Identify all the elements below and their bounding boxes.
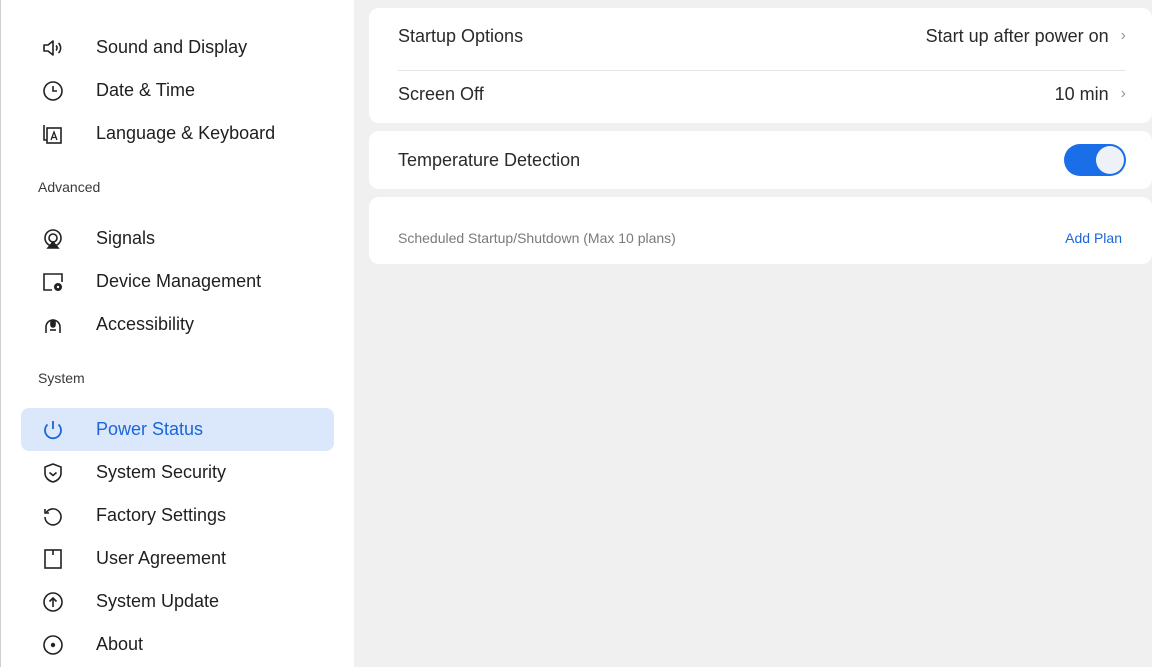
temperature-detection-label: Temperature Detection (398, 149, 581, 170)
speaker-icon (41, 36, 65, 60)
sidebar-item-system-update[interactable]: System Update (21, 580, 334, 623)
sidebar-item-factory-settings[interactable]: Factory Settings (21, 494, 334, 537)
update-icon (41, 590, 65, 614)
sidebar-item-label: Device Management (96, 271, 262, 291)
power-icon (41, 418, 65, 442)
temperature-detection-toggle[interactable] (1064, 144, 1126, 176)
sidebar-item-about[interactable]: About (21, 623, 334, 666)
section-header-system: System (38, 370, 85, 386)
info-icon (41, 633, 65, 657)
clock-icon (41, 79, 65, 103)
screen-off-row[interactable]: Screen Off 10 min › (398, 82, 1126, 106)
screen-off-label: Screen Off (398, 83, 484, 104)
sidebar-item-label: About (96, 634, 144, 654)
sidebar-item-date-time[interactable]: Date & Time (21, 69, 334, 112)
shield-icon (41, 461, 65, 485)
sidebar-item-label: Sound and Display (96, 37, 248, 57)
sidebar-item-label: Power Status (96, 419, 204, 439)
sidebar: Sound and Display Date & Time Language &… (0, 0, 354, 667)
screen-off-value: 10 min (1054, 83, 1109, 104)
accessibility-icon (41, 313, 65, 337)
sidebar-item-label: Language & Keyboard (96, 123, 276, 143)
sidebar-item-signals[interactable]: Signals (21, 217, 334, 260)
startup-options-row[interactable]: Startup Options Start up after power on … (398, 24, 1126, 48)
chevron-right-icon: › (1120, 85, 1126, 102)
add-plan-button[interactable]: Add Plan (1065, 230, 1122, 246)
signal-icon (41, 227, 65, 251)
sidebar-item-label: Accessibility (96, 314, 195, 334)
toggle-knob (1096, 146, 1124, 174)
device-gear-icon (41, 270, 65, 294)
sidebar-item-accessibility[interactable]: Accessibility (21, 303, 334, 346)
main-panel: Startup Options Start up after power on … (354, 0, 1152, 667)
sidebar-item-label: System Update (96, 591, 220, 611)
startup-screen-card: Startup Options Start up after power on … (369, 8, 1152, 123)
sidebar-item-power-status[interactable]: Power Status (21, 408, 334, 451)
sidebar-item-user-agreement[interactable]: User Agreement (21, 537, 334, 580)
schedule-label: Scheduled Startup/Shutdown (Max 10 plans… (398, 230, 676, 246)
language-icon (41, 122, 65, 146)
startup-options-value: Start up after power on (925, 25, 1109, 46)
sidebar-item-language-keyboard[interactable]: Language & Keyboard (21, 112, 334, 155)
sidebar-item-label: Factory Settings (96, 505, 227, 525)
section-header-advanced: Advanced (38, 179, 101, 195)
startup-options-label: Startup Options (398, 25, 524, 46)
sidebar-item-label: User Agreement (96, 548, 227, 568)
schedule-row: Scheduled Startup/Shutdown (Max 10 plans… (398, 228, 1126, 248)
sidebar-item-label: Date & Time (96, 80, 196, 100)
divider (398, 70, 1126, 71)
sidebar-item-system-security[interactable]: System Security (21, 451, 334, 494)
sidebar-item-device-management[interactable]: Device Management (21, 260, 334, 303)
reset-icon (41, 504, 65, 528)
sidebar-item-label: System Security (96, 462, 227, 482)
schedule-card: Scheduled Startup/Shutdown (Max 10 plans… (369, 197, 1152, 264)
document-icon (41, 547, 65, 571)
temperature-detection-row: Temperature Detection (398, 144, 1126, 176)
sidebar-item-sound-display[interactable]: Sound and Display (21, 26, 334, 69)
temperature-card: Temperature Detection (369, 131, 1152, 189)
chevron-right-icon: › (1120, 27, 1126, 44)
sidebar-item-label: Signals (96, 228, 156, 248)
